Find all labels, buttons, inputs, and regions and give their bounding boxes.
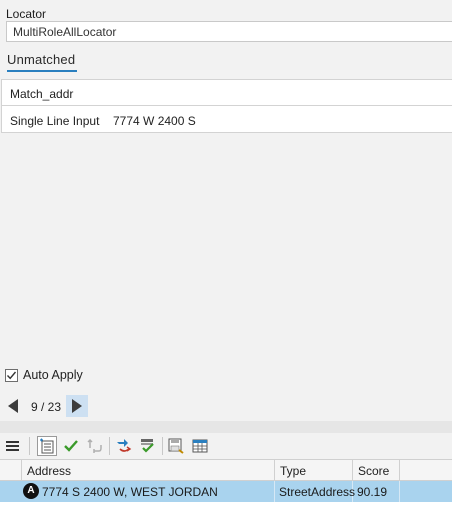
table-button[interactable] bbox=[190, 436, 210, 456]
column-header-type[interactable]: Type bbox=[275, 460, 353, 481]
triangle-right-icon bbox=[72, 399, 82, 413]
cell-type: StreetAddress bbox=[275, 481, 355, 502]
table-icon bbox=[192, 439, 208, 453]
candidates-table: Address Type Score A 7774 S 2400 W, WEST… bbox=[0, 459, 452, 519]
match-icon bbox=[64, 440, 78, 452]
cell-address: 7774 S 2400 W, WEST JORDAN bbox=[38, 481, 275, 502]
column-header-address[interactable]: Address bbox=[22, 460, 275, 481]
menu-button[interactable] bbox=[3, 436, 23, 456]
toolbar-divider bbox=[162, 437, 163, 455]
next-record-button[interactable] bbox=[66, 395, 88, 417]
accept-button[interactable] bbox=[138, 436, 158, 456]
field-name: Single Line Input bbox=[10, 114, 100, 128]
tab-unmatched[interactable]: Unmatched bbox=[7, 52, 75, 67]
tab-active-indicator bbox=[7, 70, 77, 72]
candidates-toolbar bbox=[0, 433, 452, 459]
table-header: Address Type Score bbox=[0, 459, 452, 481]
field-value[interactable]: 7774 W 2400 S bbox=[113, 114, 196, 128]
unmatch-icon bbox=[87, 438, 102, 453]
candidate-icon bbox=[40, 438, 54, 454]
rematch-button[interactable] bbox=[114, 436, 134, 456]
field-row-match-addr[interactable]: Match_addr bbox=[2, 80, 452, 106]
accept-icon bbox=[141, 439, 154, 453]
table-row[interactable]: A 7774 S 2400 W, WEST JORDAN StreetAddre… bbox=[0, 481, 452, 502]
rematch-addresses-pane: Locator MultiRoleAllLocator Unmatched Ma… bbox=[0, 0, 452, 519]
unmatch-button[interactable] bbox=[85, 436, 105, 456]
locator-label: Locator bbox=[6, 7, 47, 21]
cell-score: 90.19 bbox=[353, 481, 400, 502]
save-icon bbox=[168, 438, 184, 454]
match-button[interactable] bbox=[61, 436, 81, 456]
field-row-single-line-input[interactable]: Single Line Input 7774 W 2400 S bbox=[2, 107, 452, 133]
row-selector-header bbox=[0, 460, 22, 481]
auto-apply-label: Auto Apply bbox=[23, 368, 83, 382]
auto-apply-option[interactable]: Auto Apply bbox=[5, 368, 83, 382]
record-position: 9 / 23 bbox=[31, 400, 62, 414]
menu-icon bbox=[6, 441, 19, 451]
address-fields-box: Match_addr Single Line Input 7774 W 2400… bbox=[1, 79, 452, 133]
rematch-icon bbox=[117, 439, 132, 452]
candidate-marker-icon: A bbox=[23, 483, 39, 499]
previous-record-button[interactable] bbox=[3, 396, 23, 416]
section-divider bbox=[0, 421, 452, 433]
toolbar-divider bbox=[29, 437, 30, 455]
triangle-left-icon bbox=[8, 399, 18, 413]
toolbar-divider bbox=[109, 437, 110, 455]
column-header-score[interactable]: Score bbox=[353, 460, 400, 481]
auto-apply-checkbox[interactable] bbox=[5, 368, 18, 382]
checkmark-icon bbox=[6, 371, 17, 379]
show-candidates-button[interactable] bbox=[37, 436, 57, 456]
locator-field[interactable]: MultiRoleAllLocator bbox=[6, 21, 452, 42]
save-button[interactable] bbox=[166, 436, 186, 456]
field-name: Match_addr bbox=[10, 87, 74, 101]
